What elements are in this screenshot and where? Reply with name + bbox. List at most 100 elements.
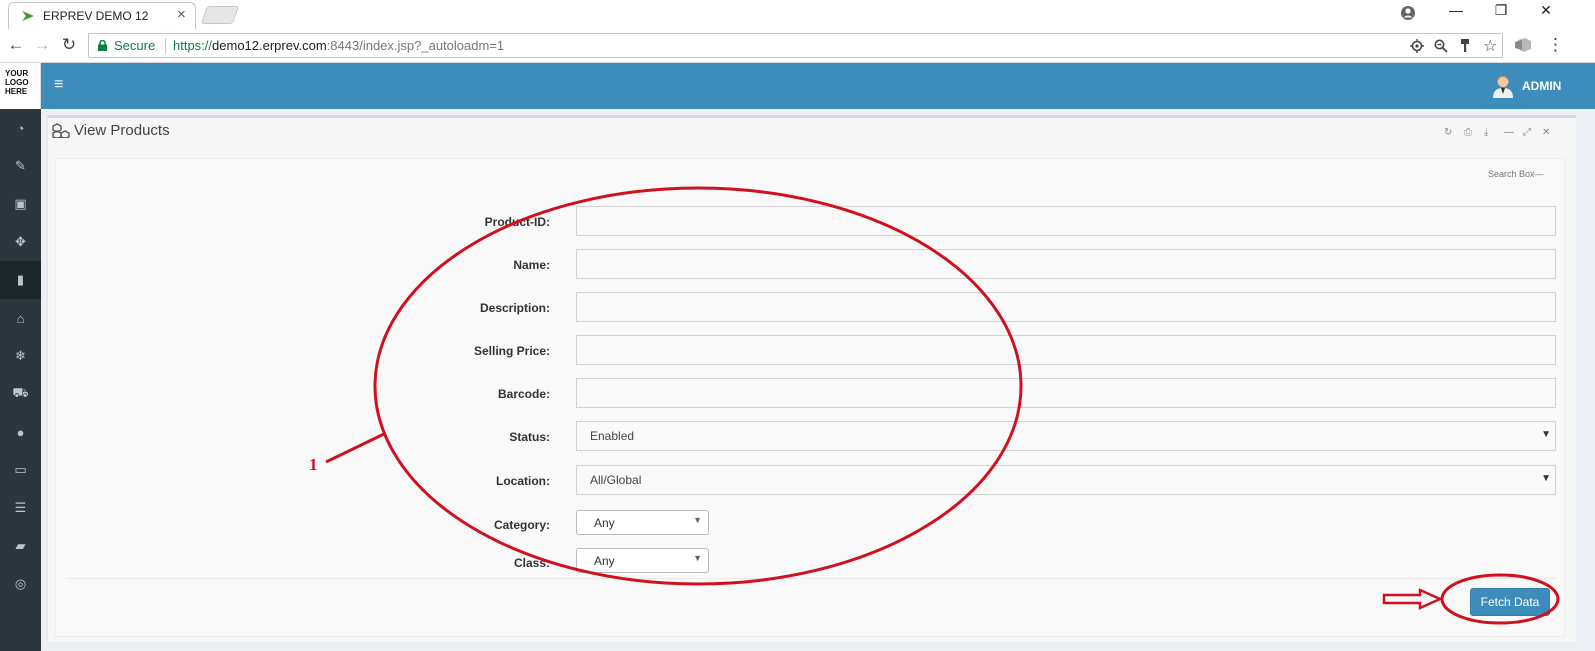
sidebar-item-desktop[interactable]: ▭	[0, 451, 41, 489]
print-icon[interactable]: ⎙	[1464, 127, 1472, 138]
expand-panel-icon[interactable]: ⤢	[1523, 127, 1531, 138]
sidebar-item-trash[interactable]: ⌂	[0, 299, 41, 337]
sidebar-item-cart[interactable]: ⛟	[0, 375, 41, 413]
barcode-label: Barcode:	[497, 387, 550, 401]
sidebar-item-support[interactable]: ◎	[0, 565, 41, 603]
sidebar-item-tags[interactable]: ✎	[0, 147, 41, 185]
lock-icon	[98, 40, 107, 51]
tab-close-icon[interactable]: ×	[177, 6, 186, 23]
panel-title: View Products	[74, 122, 170, 139]
fetch-data-button[interactable]: Fetch Data	[1470, 588, 1550, 616]
class-value: Any	[594, 554, 615, 568]
reload-button[interactable]: ↻	[58, 35, 80, 55]
logo-text: YOUR LOGO HERE	[5, 69, 29, 96]
user-avatar-icon[interactable]	[1492, 74, 1514, 98]
product-id-input[interactable]	[576, 206, 1556, 236]
tab-title: ERPREV DEMO 12	[43, 9, 149, 23]
sidebar: ◔ ✎ ▣ ✥ ▮ ⌂ ❄ ⛟ ● ▭ ☰ ▰ ◎	[0, 109, 41, 651]
url-path: :8443/index.jsp?_autoloadm=1	[326, 38, 505, 53]
class-label: Class:	[513, 556, 550, 570]
cubes-icon: ✥	[15, 234, 26, 249]
class-select[interactable]: Any ▼	[576, 548, 709, 573]
app-header: ≡ ADMIN	[41, 63, 1595, 109]
search-form: Search Box— Product-ID: Name: Descriptio…	[55, 158, 1565, 637]
sidebar-item-snowflake[interactable]: ❄	[0, 337, 41, 375]
form-divider	[66, 578, 1556, 579]
address-separator	[165, 38, 166, 54]
company-logo[interactable]: YOUR LOGO HERE	[0, 63, 41, 109]
sidebar-item-money[interactable]: ▣	[0, 185, 41, 223]
minimize-panel-icon[interactable]: —	[1504, 127, 1514, 138]
category-value: Any	[594, 516, 615, 530]
dashboard-icon: ◔	[16, 120, 25, 136]
trash-icon: ⌂	[16, 310, 25, 326]
new-tab-button[interactable]	[200, 6, 240, 24]
browser-menu-icon[interactable]: ⋮	[1547, 35, 1564, 55]
sidebar-item-products[interactable]: ✥	[0, 223, 41, 261]
chevron-down-icon: ▼	[693, 553, 702, 563]
sidebar-item-database[interactable]: ☰	[0, 489, 41, 527]
sidebar-toggle-icon[interactable]: ≡	[54, 76, 63, 94]
chevron-down-icon: ▼	[693, 515, 702, 525]
url-host: demo12.erprev.com	[212, 38, 327, 53]
extension-icon[interactable]	[1514, 37, 1532, 53]
sidebar-item-circle[interactable]: ●	[0, 413, 41, 451]
cart-icon: ⛟	[12, 385, 29, 400]
secure-label: Secure	[114, 38, 156, 53]
chevron-down-icon: ▼	[1541, 473, 1551, 484]
forward-button[interactable]: →	[31, 35, 53, 55]
location-select[interactable]: All/Global ▼	[576, 465, 1556, 495]
search-box-label: Search Box	[1488, 169, 1535, 179]
lifebuoy-icon: ◎	[14, 576, 27, 591]
browser-toolbar: ← → ↻ Secure https://demo12.erprev.com:8…	[0, 29, 1595, 63]
description-input[interactable]	[576, 292, 1556, 322]
snowflake-icon: ❄	[15, 348, 26, 363]
url-scheme: https://	[173, 38, 213, 53]
close-panel-icon[interactable]: ✕	[1542, 127, 1550, 138]
main-content: View Products ↻ ⎙ ⤓ — ⤢ ✕ Search Box— Pr…	[41, 109, 1595, 651]
building-icon: ▮	[16, 272, 25, 287]
back-button[interactable]: ←	[5, 35, 27, 55]
search-box-toggle[interactable]: Search Box—	[1488, 169, 1544, 179]
category-select[interactable]: Any ▼	[576, 510, 709, 535]
sidebar-item-dashboard[interactable]: ◔	[0, 109, 41, 147]
browser-tab[interactable]: ERPREV DEMO 12 ×	[8, 2, 196, 29]
location-icon[interactable]	[1410, 39, 1424, 53]
circle-icon: ●	[16, 424, 25, 440]
tag-icon: ✎	[15, 158, 26, 173]
zoom-icon[interactable]	[1434, 39, 1448, 53]
address-bar[interactable]: Secure https://demo12.erprev.com:8443/in…	[88, 33, 1503, 58]
erprev-favicon-icon	[22, 11, 34, 21]
profile-icon[interactable]	[1400, 5, 1416, 21]
status-value: Enabled	[590, 429, 635, 443]
bookmark-star-icon[interactable]: ☆	[1483, 36, 1497, 56]
name-input[interactable]	[576, 249, 1556, 279]
barcode-input[interactable]	[576, 378, 1556, 408]
refresh-icon[interactable]: ↻	[1444, 127, 1452, 138]
selling-price-input[interactable]	[576, 335, 1556, 365]
browser-tab-bar: ERPREV DEMO 12 × — ❐ ✕	[0, 0, 1595, 29]
desktop-icon: ▭	[14, 462, 27, 477]
money-icon: ▣	[14, 196, 27, 211]
key-icon[interactable]	[1459, 39, 1471, 53]
window-close-button[interactable]: ✕	[1532, 2, 1560, 19]
annotation-number: 1	[309, 455, 318, 474]
collapse-icon: —	[1534, 169, 1544, 179]
description-label: Description:	[479, 301, 550, 315]
view-products-panel: View Products ↻ ⎙ ⤓ — ⤢ ✕ Search Box— Pr…	[47, 115, 1576, 642]
location-label: Location:	[496, 474, 550, 488]
selling-price-label: Selling Price:	[473, 344, 550, 358]
category-label: Category:	[493, 518, 550, 532]
sidebar-item-building[interactable]: ▮	[0, 261, 41, 299]
user-name[interactable]: ADMIN	[1522, 79, 1561, 93]
cubes-icon	[52, 123, 70, 138]
url-text: https://demo12.erprev.com:8443/index.jsp…	[173, 38, 504, 53]
download-icon[interactable]: ⤓	[1484, 127, 1488, 138]
window-restore-button[interactable]: ❐	[1487, 2, 1515, 19]
status-select[interactable]: Enabled ▼	[576, 421, 1556, 451]
book-icon: ▰	[15, 538, 26, 553]
sidebar-item-book[interactable]: ▰	[0, 527, 41, 565]
window-minimize-button[interactable]: —	[1442, 2, 1470, 18]
product-id-label: Product-ID:	[484, 215, 550, 229]
location-value: All/Global	[590, 473, 642, 487]
